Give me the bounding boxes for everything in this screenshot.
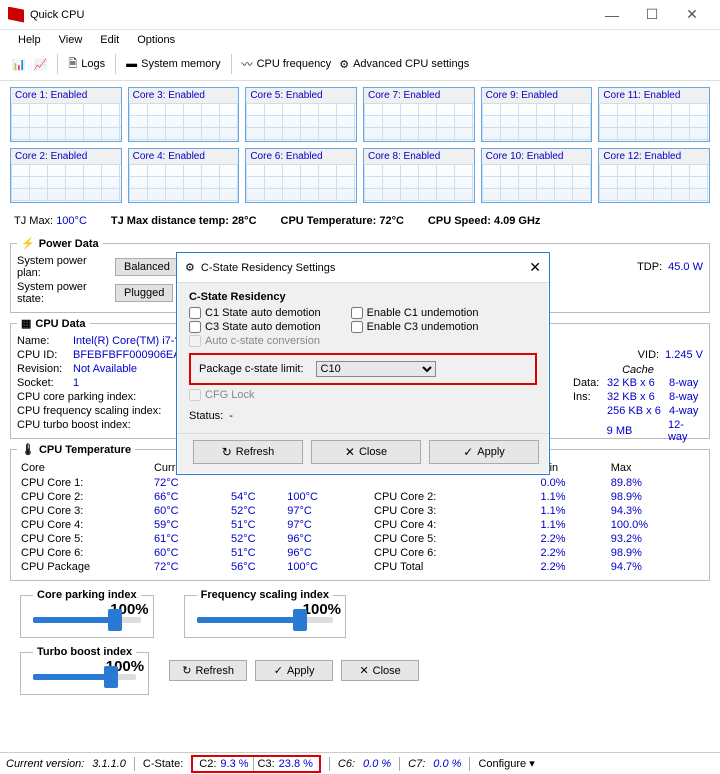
window-title: Quick CPU: [30, 9, 592, 21]
core-tile[interactable]: Core 6: Enabled: [245, 148, 357, 203]
menu-help[interactable]: Help: [18, 34, 41, 46]
cb-auto-convert: Auto c-state conversion: [189, 335, 537, 347]
refresh-button[interactable]: ↻ Refresh: [169, 660, 247, 681]
core-tile[interactable]: Core 12: Enabled: [598, 148, 710, 203]
freq-scaling-slider: Frequency scaling index 100%: [184, 589, 346, 638]
modal-title: C-State Residency Settings: [201, 262, 336, 274]
modal-close[interactable]: ✕Close: [311, 440, 421, 464]
chart2-icon[interactable]: 📈: [34, 58, 48, 71]
core-tile[interactable]: Core 7: Enabled: [363, 87, 475, 142]
toolbar: 📊 📈 🗎 Logs ▬ System memory 〰 CPU frequen…: [0, 52, 720, 81]
close-main-button[interactable]: ✕ Close: [341, 660, 419, 681]
turbo-slider: Turbo boost index 100%: [20, 646, 149, 695]
modal-close-icon[interactable]: ✕: [529, 259, 541, 276]
cb-c3-undemotion[interactable]: Enable C3 undemotion: [351, 321, 479, 333]
status-bar: Current version:3.1.1.0 C-State: C2:9.3 …: [0, 752, 720, 774]
info-line: TJ Max: 100°C TJ Max distance temp: 28°C…: [0, 209, 720, 233]
park-thumb[interactable]: [108, 609, 122, 631]
power-plan[interactable]: Balanced: [115, 258, 179, 276]
minimize-button[interactable]: —: [592, 7, 632, 23]
menu-options[interactable]: Options: [137, 34, 175, 46]
titlebar: Quick CPU — ☐ ✕: [0, 0, 720, 30]
core-tile[interactable]: Core 8: Enabled: [363, 148, 475, 203]
maximize-button[interactable]: ☐: [632, 6, 672, 23]
core-tile[interactable]: Core 2: Enabled: [10, 148, 122, 203]
core-grid: Core 1: EnabledCore 3: EnabledCore 5: En…: [0, 81, 720, 209]
scale-thumb[interactable]: [293, 609, 307, 631]
modal-refresh[interactable]: ↻Refresh: [193, 440, 303, 464]
turbo-thumb[interactable]: [104, 666, 118, 688]
core-tile[interactable]: Core 10: Enabled: [481, 148, 593, 203]
menu-edit[interactable]: Edit: [100, 34, 119, 46]
power-state[interactable]: Plugged: [115, 284, 173, 302]
core-tile[interactable]: Core 1: Enabled: [10, 87, 122, 142]
cb-c3-demotion[interactable]: C3 State auto demotion: [189, 321, 321, 333]
package-limit-select[interactable]: C10: [316, 361, 436, 377]
core-tile[interactable]: Core 11: Enabled: [598, 87, 710, 142]
core-tile[interactable]: Core 3: Enabled: [128, 87, 240, 142]
gear-icon: ⚙: [185, 261, 195, 274]
apply-button[interactable]: ✓ Apply: [255, 660, 333, 681]
cstate-highlight: C2:9.3 % C3:23.8 %: [191, 755, 321, 773]
close-button[interactable]: ✕: [672, 6, 712, 23]
core-tile[interactable]: Core 9: Enabled: [481, 87, 593, 142]
memory-button[interactable]: ▬ System memory: [126, 58, 220, 70]
chart1-icon[interactable]: 📊: [12, 58, 26, 71]
app-icon: [8, 7, 24, 23]
modal-apply[interactable]: ✓Apply: [429, 440, 539, 464]
menubar: Help View Edit Options: [0, 30, 720, 52]
cstate-modal: ⚙ C-State Residency Settings ✕ C-State R…: [176, 252, 550, 475]
freq-button[interactable]: 〰 CPU frequency: [242, 56, 332, 72]
menu-view[interactable]: View: [59, 34, 83, 46]
configure-button[interactable]: Configure ▾: [478, 757, 534, 770]
cb-c1-undemotion[interactable]: Enable C1 undemotion: [351, 307, 479, 319]
package-limit-highlight: Package c-state limit: C10: [189, 353, 537, 385]
cb-cfg-lock: CFG Lock: [189, 389, 537, 401]
cb-c1-demotion[interactable]: C1 State auto demotion: [189, 307, 321, 319]
core-tile[interactable]: Core 5: Enabled: [245, 87, 357, 142]
core-tile[interactable]: Core 4: Enabled: [128, 148, 240, 203]
logs-button[interactable]: 🗎 Logs: [68, 55, 105, 74]
adv-button[interactable]: ⚙ Advanced CPU settings: [339, 58, 469, 71]
core-parking-slider: Core parking index 100%: [20, 589, 154, 638]
